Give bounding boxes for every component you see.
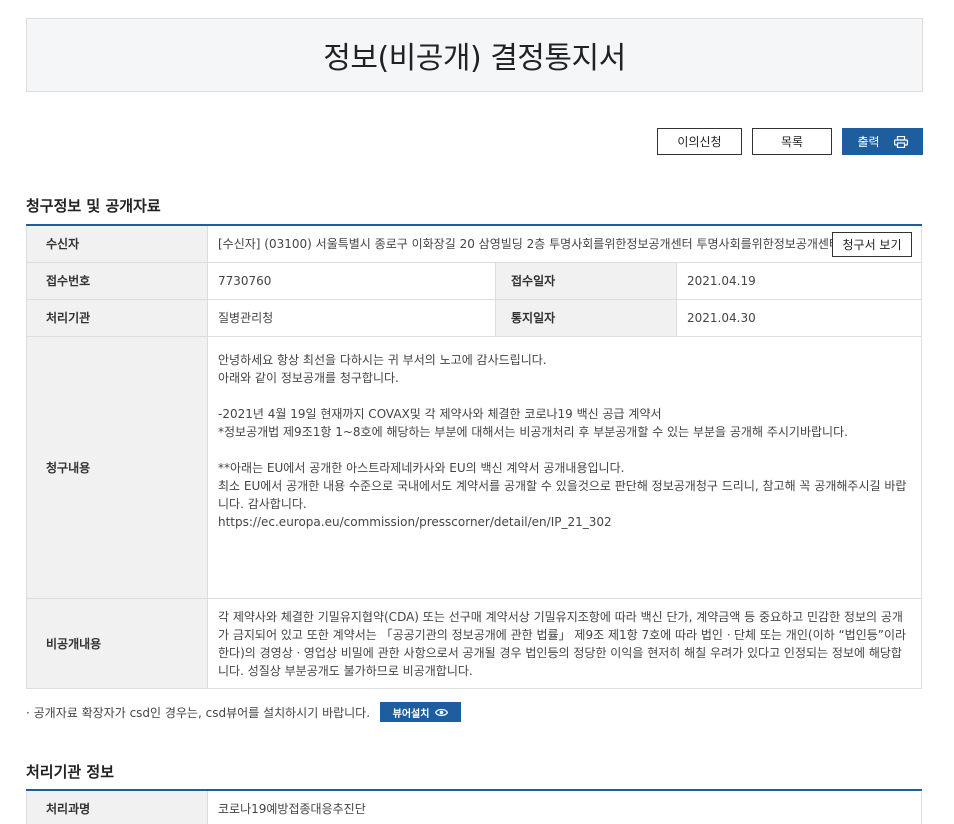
nondisclosure-label: 비공개내용 (26, 597, 208, 689)
receipt-no-label: 접수번호 (26, 261, 208, 300)
view-request-button[interactable]: 청구서 보기 (832, 232, 912, 257)
page-title: 정보(비공개) 결정통지서 (323, 41, 626, 76)
request-content: 안녕하세요 항상 최선을 다하시는 귀 부서의 노고에 감사드립니다. 아래와 … (207, 335, 922, 599)
list-button[interactable]: 목록 (752, 128, 832, 155)
viewer-install-label: 뷰어설치 (392, 708, 430, 720)
request-line: 최소 EU에서 공개한 내용 수준으로 국내에서도 계약서를 공개할 수 있을것… (218, 478, 907, 511)
request-line: 아래와 같이 정보공개를 청구합니다. (218, 370, 399, 385)
title-box: 정보(비공개) 결정통지서 (26, 18, 923, 92)
table-row: 처리기관 질병관리청 통지일자 2021.04.30 (26, 298, 922, 337)
notice-date-label: 통지일자 (495, 298, 677, 337)
request-line: -2021년 4월 19일 현재까지 COVAX및 각 제약사와 체결한 코로나… (218, 406, 662, 421)
print-button[interactable]: 출력 (842, 128, 923, 155)
table-row: 접수번호 7730760 접수일자 2021.04.19 (26, 261, 922, 300)
table-row: 수신자 [수신자] (03100) 서울특별시 종로구 이화장길 20 삼영빌딩… (26, 224, 922, 263)
eye-icon (435, 708, 449, 716)
request-line (218, 441, 911, 459)
request-line (218, 387, 911, 405)
section-title-request: 청구정보 및 공개자료 (26, 197, 161, 215)
recipient-value: [수신자] (03100) 서울특별시 종로구 이화장길 20 삼영빌딩 2층 … (218, 237, 840, 252)
dept-label: 처리과명 (26, 789, 208, 824)
recipient-cell: [수신자] (03100) 서울특별시 종로구 이화장길 20 삼영빌딩 2층 … (207, 224, 922, 263)
agency-label: 처리기관 (26, 298, 208, 337)
csd-viewer-note: · 공개자료 확장자가 csd인 경우는, csd뷰어를 설치하시기 바랍니다.… (26, 702, 462, 722)
table-row: 처리과명 코로나19예방접종대응추진단 (26, 789, 922, 824)
table-row: 비공개내용 각 제약사와 체결한 기밀유지협약(CDA) 또는 선구매 계약서상… (26, 597, 922, 689)
action-buttons: 이의신청 목록 출력 (657, 128, 923, 155)
section-title-agency: 처리기관 정보 (26, 763, 115, 781)
request-line: 안녕하세요 항상 최선을 다하시는 귀 부서의 노고에 감사드립니다. (218, 352, 547, 367)
request-line: *정보공개법 제9조1항 1~8호에 해당하는 부분에 대해서는 비공개처리 후… (218, 424, 848, 439)
dept-value: 코로나19예방접종대응추진단 (207, 789, 922, 824)
print-button-label: 출력 (857, 135, 880, 149)
request-info-table: 수신자 [수신자] (03100) 서울특별시 종로구 이화장길 20 삼영빌딩… (26, 224, 922, 689)
receipt-date-value: 2021.04.19 (676, 261, 922, 300)
agency-value: 질병관리청 (207, 298, 496, 337)
note-text: · 공개자료 확장자가 csd인 경우는, csd뷰어를 설치하시기 바랍니다. (26, 705, 371, 720)
request-line: https://ec.europa.eu/commission/presscor… (218, 514, 612, 529)
notice-date-value: 2021.04.30 (676, 298, 922, 337)
viewer-install-button[interactable]: 뷰어설치 (380, 702, 462, 722)
agency-info-table: 처리과명 코로나19예방접종대응추진단 (26, 789, 922, 824)
recipient-label: 수신자 (26, 224, 208, 263)
table-row: 청구내용 안녕하세요 항상 최선을 다하시는 귀 부서의 노고에 감사드립니다.… (26, 335, 922, 599)
objection-button[interactable]: 이의신청 (657, 128, 742, 155)
request-line: **아래는 EU에서 공개한 아스트라제네카사와 EU의 백신 계약서 공개내용… (218, 460, 625, 475)
receipt-no-value: 7730760 (207, 261, 496, 300)
request-content-label: 청구내용 (26, 335, 208, 599)
receipt-date-label: 접수일자 (495, 261, 677, 300)
nondisclosure-content: 각 제약사와 체결한 기밀유지협약(CDA) 또는 선구매 계약서상 기밀유지조… (207, 597, 922, 689)
printer-icon (893, 135, 908, 148)
